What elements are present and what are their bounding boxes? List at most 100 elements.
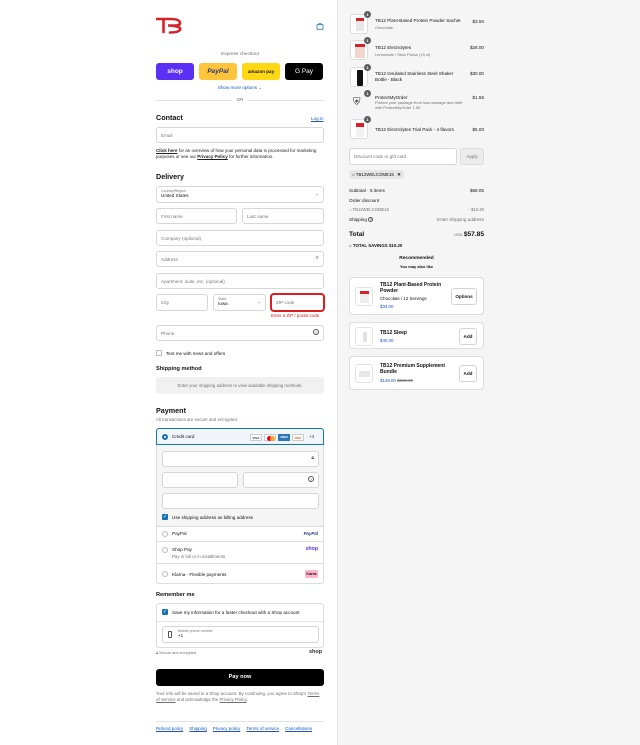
credit-card-option[interactable]: Credit card VISA AMEX DISC +4 — [156, 428, 324, 445]
login-link[interactable]: Log in — [311, 116, 324, 121]
amazon-pay-label: amazon pay — [247, 69, 275, 74]
shop-pay-label: shop — [167, 68, 183, 75]
cart-item-qty: 1 — [364, 37, 371, 44]
recommended-heading: Recommended — [399, 256, 434, 261]
security-code-field[interactable]: ? — [243, 472, 319, 488]
cart-icon[interactable] — [316, 22, 324, 30]
apply-button[interactable]: Apply — [460, 148, 484, 165]
help-icon[interactable]: ? — [313, 329, 319, 335]
paypal-option-label: PayPal — [172, 531, 187, 536]
radio-selected[interactable] — [162, 434, 168, 440]
radio-unselected[interactable] — [162, 547, 168, 553]
save-info-checkbox[interactable]: ✓ — [162, 609, 168, 615]
billing-checkbox[interactable]: ✓ — [162, 514, 168, 520]
klarna-option[interactable]: Klarna - Flexible payments Klarna — [156, 564, 324, 584]
show-more-label: Show more options — [217, 85, 258, 90]
add-button[interactable]: Add — [459, 328, 477, 345]
first-name-field[interactable]: First name — [156, 208, 237, 224]
radio-unselected[interactable] — [162, 531, 168, 537]
card-fields-panel: 🔒︎ ? ✓ Use shipping address as billing a… — [156, 445, 324, 527]
shop-pay-option[interactable]: Shop Pay Pay in full or in installments … — [156, 542, 324, 564]
recommendation-card: TB12 Plant-Based Protein Powder Chocolat… — [349, 277, 484, 315]
privacy-notice: Click here for an overview of how your p… — [156, 148, 324, 160]
product-price: $149.00 — [380, 378, 396, 383]
email-field[interactable]: Email — [156, 127, 324, 143]
express-checkout-label: Express checkout — [221, 52, 259, 57]
product-price-row: $149.00 $205.00 — [380, 378, 413, 383]
company-field[interactable]: Company (optional) — [156, 230, 324, 246]
amazon-pay-button[interactable]: amazon pay — [242, 63, 280, 80]
shipping-value: Enter shipping address — [437, 217, 484, 222]
zip-field[interactable]: ZIP code — [271, 294, 324, 311]
city-field[interactable]: City — [156, 294, 208, 311]
mobile-phone-field[interactable]: Mobile phone number +1 — [162, 626, 319, 643]
shipping-row: Shipping ? Enter shipping address — [349, 217, 484, 222]
legal-privacy-link[interactable]: Privacy Policy — [219, 697, 246, 702]
payment-subtitle: All transactions are secure and encrypte… — [156, 417, 239, 422]
address-field[interactable]: Address ⌕ — [156, 251, 324, 267]
order-discount-row: Order discount — [349, 198, 484, 203]
savings-value: $10.20 — [388, 243, 403, 248]
expiry-field[interactable] — [162, 472, 238, 488]
country-select[interactable]: Country/Region United States ⌄ — [156, 186, 324, 203]
save-info-label: Save my information for a faster checkou… — [172, 610, 300, 615]
total-row: Total USD $57.85 — [349, 231, 484, 238]
cart-item-title: TB12 Insulated Stainless Steel Shaker Bo… — [375, 71, 460, 83]
news-label: Text me with news and offers — [166, 351, 226, 356]
phone-field[interactable]: Phone ? — [156, 325, 324, 341]
shield-icon: ⛨ — [353, 97, 361, 108]
paypal-button[interactable]: PayPal — [199, 63, 237, 80]
card-number-field[interactable]: 🔒︎ — [162, 451, 319, 467]
subtotal-value: $68.05 — [469, 188, 484, 193]
last-name-field[interactable]: Last name — [242, 208, 324, 224]
show-more-options-link[interactable]: Show more options ⌄ — [156, 85, 324, 91]
news-checkbox[interactable] — [156, 350, 162, 356]
product-thumb — [355, 327, 373, 346]
paypal-option[interactable]: PayPal PayPal — [156, 527, 324, 542]
product-title: TB12 Plant-Based Protein Powder — [380, 282, 442, 294]
name-on-card-field[interactable] — [162, 493, 319, 509]
privacy-policy-link[interactable]: Privacy Policy — [197, 154, 228, 159]
search-icon: ⌕ — [315, 255, 319, 261]
credit-card-label: Credit card — [172, 434, 195, 439]
shop-pay-button[interactable]: shop — [156, 63, 194, 80]
privacy-policy-footer-link[interactable]: Privacy policy — [213, 726, 241, 731]
pay-now-button[interactable]: Pay now — [156, 669, 324, 686]
cart-item-price: $3.50 — [472, 19, 485, 24]
total-label: Total — [349, 231, 365, 238]
state-select[interactable]: State Iowa ⌄ — [213, 294, 266, 311]
shipping-notice: Enter your shipping address to view avai… — [156, 377, 324, 394]
paypal-logo-icon: PayPal — [303, 531, 318, 536]
lock-icon: 🔒︎ — [156, 651, 159, 655]
paypal-label: PayPal — [207, 68, 229, 75]
discount-code-field[interactable]: Discount code or gift card — [349, 148, 457, 165]
tag-icon: ⌂ — [349, 207, 352, 212]
refund-policy-link[interactable]: Refund policy — [156, 726, 183, 731]
shipping-link[interactable]: Shipping — [189, 726, 207, 731]
click-here-link[interactable]: Click here — [156, 148, 178, 153]
cancellations-link[interactable]: Cancellations — [285, 726, 312, 731]
savings-label: TOTAL SAVINGS — [352, 243, 388, 248]
secure-note: 🔒︎ Secure and encrypted — [156, 651, 196, 655]
cart-item-title-text: TB12 Insulated Stainless Steel Shaker Bo… — [375, 71, 454, 82]
legal-text: Your info will be saved to a Shop accoun… — [156, 691, 324, 703]
discover-icon: DISC — [292, 434, 304, 441]
remember-divider — [157, 621, 323, 622]
radio-unselected[interactable] — [162, 571, 168, 577]
add-button[interactable]: Add — [459, 365, 477, 382]
help-icon[interactable]: ? — [368, 217, 374, 222]
help-icon[interactable]: ? — [308, 476, 314, 482]
chevron-down-icon: ⌄ — [258, 85, 263, 90]
terms-of-service-link[interactable]: Terms of service — [246, 726, 279, 731]
shipping-label: Shipping — [349, 217, 367, 222]
shop-pay-option-label: Shop Pay — [172, 547, 192, 552]
order-discount-label: Order discount — [349, 198, 380, 203]
discount-code-row: ⌂ TB12WELCOME15 - $10.20 — [349, 207, 484, 212]
options-button[interactable]: Options — [451, 288, 477, 305]
payment-heading: Payment — [156, 406, 186, 415]
recommendation-card: TB12 Premium Supplement Bundle $149.00 $… — [349, 356, 484, 390]
apartment-field[interactable]: Apartment, suite, etc. (optional) — [156, 273, 324, 289]
brand-logo[interactable] — [155, 16, 184, 34]
remove-discount-icon[interactable]: ✕ — [397, 172, 401, 177]
google-pay-button[interactable]: G Pay — [285, 63, 323, 80]
